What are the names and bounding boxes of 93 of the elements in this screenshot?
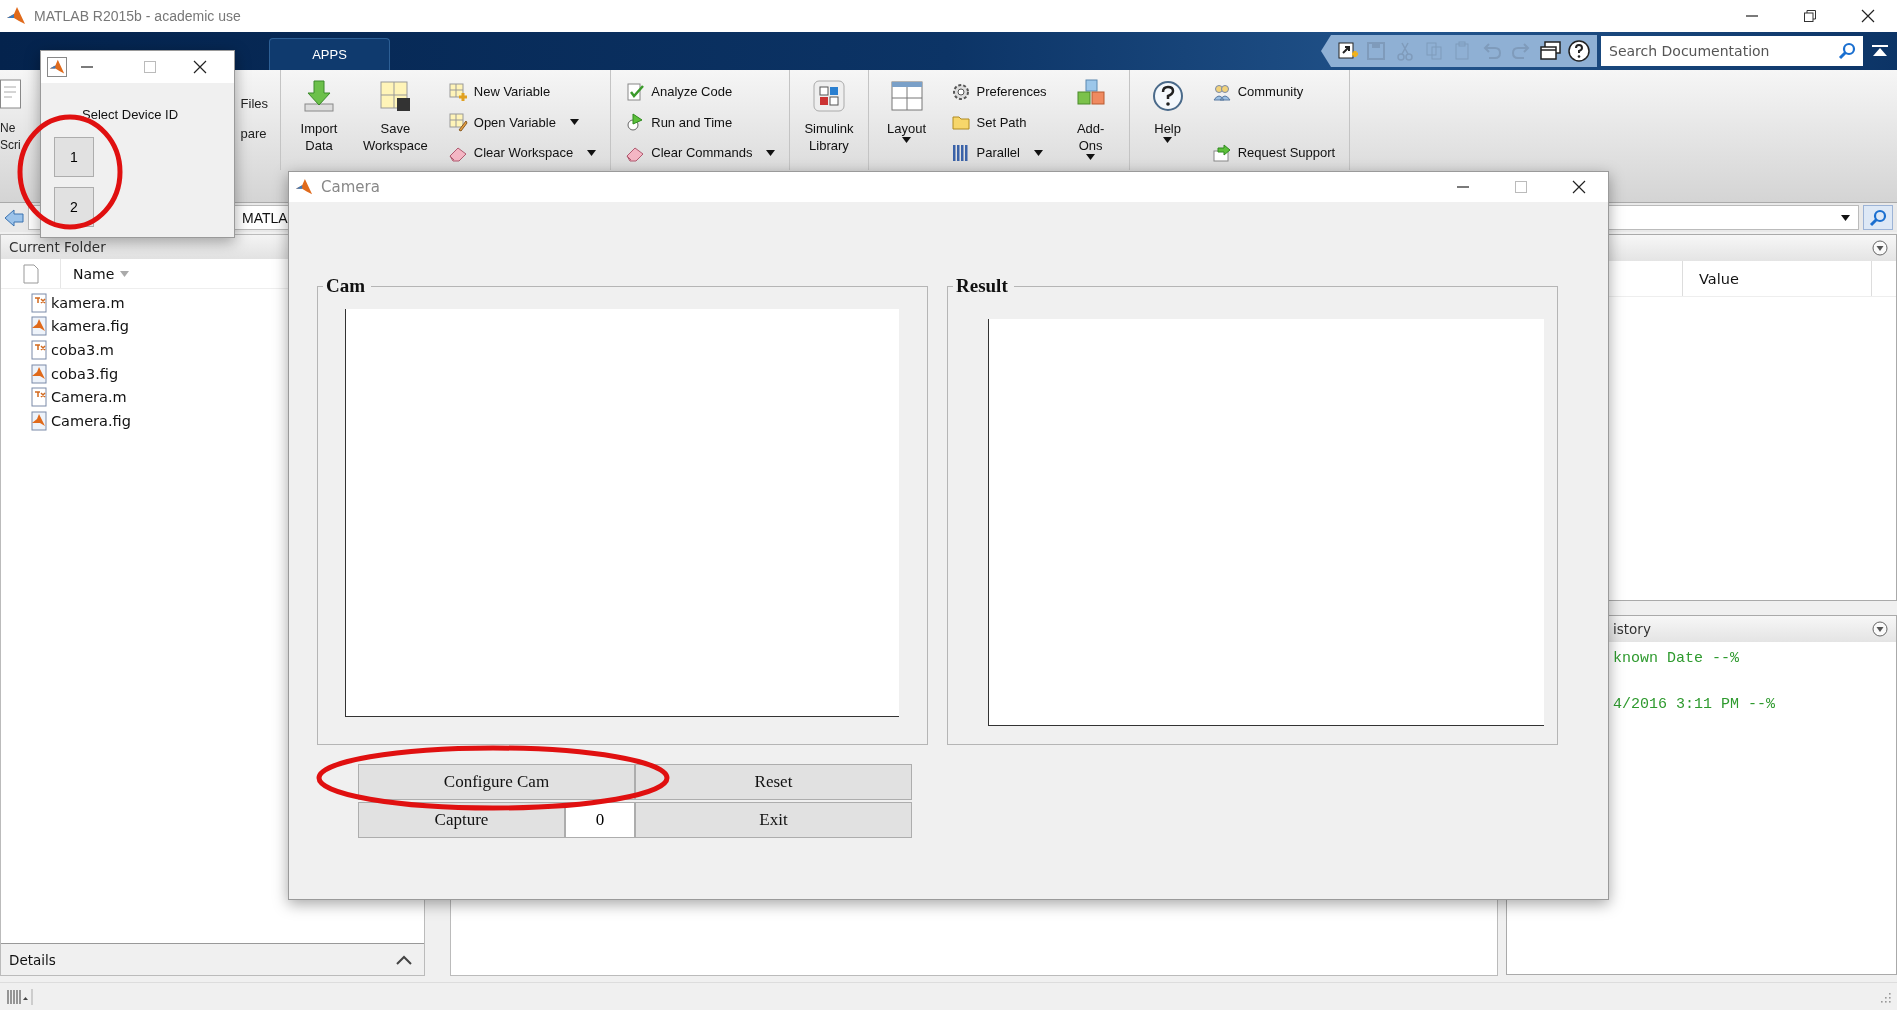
close-icon bbox=[1572, 180, 1586, 194]
ribbon-button[interactable]: Clear Commands bbox=[623, 139, 778, 166]
details-label: Details bbox=[9, 951, 57, 968]
close-icon bbox=[1861, 9, 1875, 23]
ribbon-button[interactable]: Simulink Library bbox=[802, 78, 856, 166]
expand-chevron-icon[interactable] bbox=[396, 954, 412, 965]
caret-icon bbox=[902, 137, 912, 143]
document-check-icon bbox=[625, 81, 646, 102]
ribbon-button[interactable]: Open Variable bbox=[445, 108, 599, 136]
envelope-arrow-icon bbox=[1211, 142, 1232, 163]
file-item[interactable]: Camera.m bbox=[29, 385, 127, 409]
device-button[interactable]: 2 bbox=[54, 187, 94, 227]
caret-icon bbox=[766, 149, 776, 156]
table-plus-icon bbox=[447, 81, 468, 102]
caret-icon bbox=[1086, 154, 1096, 160]
ribbon-button[interactable]: Help bbox=[1141, 78, 1194, 166]
close-icon bbox=[193, 60, 207, 74]
maximize-icon bbox=[1514, 180, 1528, 194]
figure-file-icon bbox=[29, 410, 47, 431]
ribbon-button[interactable]: New Variable bbox=[445, 78, 599, 105]
caret-icon bbox=[587, 149, 597, 156]
ribbon-button[interactable]: Save Workspace bbox=[361, 78, 430, 166]
dropdown-icon bbox=[1841, 214, 1850, 221]
ribbon-label: Scri bbox=[0, 137, 21, 154]
search-icon bbox=[1838, 42, 1856, 60]
gui-button[interactable]: Exit bbox=[635, 802, 912, 838]
panel-title: Result bbox=[955, 275, 1009, 297]
prompt-label: Select Device ID bbox=[82, 107, 180, 122]
collapse-icon bbox=[1872, 44, 1888, 58]
ribbon-button[interactable]: Run and Time bbox=[623, 108, 778, 136]
panel-menu-icon[interactable] bbox=[1872, 240, 1888, 256]
status-bars-icon[interactable] bbox=[6, 987, 34, 1006]
file-item[interactable]: coba3.fig bbox=[29, 361, 119, 386]
layout-grid-icon bbox=[888, 78, 925, 114]
device-button[interactable]: 1 bbox=[54, 137, 94, 177]
window-title: Camera bbox=[321, 178, 381, 196]
figure-file-icon bbox=[29, 363, 47, 384]
ribbon-button[interactable]: Clear Workspace bbox=[445, 139, 599, 166]
matlab-logo-icon bbox=[295, 178, 313, 196]
ribbon-button[interactable]: Analyze Code bbox=[623, 78, 778, 105]
history-entry: known Date --% bbox=[1613, 650, 1741, 667]
ribbon-button[interactable]: Community bbox=[1209, 78, 1338, 105]
back-arrow-icon[interactable] bbox=[4, 208, 24, 227]
search-field[interactable]: Search Documentation bbox=[1601, 36, 1863, 66]
panel-title: Cam bbox=[325, 275, 367, 297]
function-file-icon bbox=[29, 387, 47, 408]
gui-button[interactable]: Reset bbox=[635, 764, 912, 800]
search-icon bbox=[1869, 208, 1887, 227]
column-header[interactable]: Name bbox=[61, 259, 136, 288]
ribbon-label: Files bbox=[240, 95, 268, 113]
caret-icon bbox=[1033, 149, 1043, 156]
ribbon-button[interactable]: Preferences bbox=[948, 78, 1049, 105]
matlab-logo-icon bbox=[49, 59, 65, 75]
caret-icon bbox=[1163, 137, 1173, 143]
function-file-icon bbox=[29, 292, 47, 313]
column-header[interactable]: Value bbox=[1682, 261, 1872, 296]
help-icon[interactable] bbox=[1567, 39, 1591, 63]
ribbon-label: pare bbox=[240, 125, 268, 143]
block-grid-icon bbox=[810, 78, 847, 114]
function-file-icon bbox=[29, 340, 47, 360]
matlab-logo-icon bbox=[6, 6, 26, 26]
bars-icon bbox=[950, 142, 971, 163]
windows-icon[interactable] bbox=[1538, 39, 1562, 63]
gui-button[interactable]: Configure Cam bbox=[358, 764, 635, 800]
sort-caret-icon bbox=[120, 270, 130, 277]
ribbon-tab[interactable]: APPS bbox=[269, 38, 390, 70]
table-pencil-icon bbox=[447, 112, 468, 132]
ribbon-button[interactable]: Set Path bbox=[948, 108, 1049, 136]
restore-icon bbox=[1803, 9, 1817, 23]
file-item[interactable]: coba3.m bbox=[29, 338, 114, 362]
ribbon-button[interactable]: Add-Ons bbox=[1064, 78, 1117, 166]
search-button[interactable] bbox=[1863, 205, 1893, 230]
resize-grip-icon[interactable] bbox=[1879, 990, 1891, 1003]
file-item[interactable]: kamera.m bbox=[29, 291, 125, 315]
panel-title: Current Folder bbox=[9, 239, 107, 255]
ribbon-label: Ne bbox=[0, 120, 16, 137]
figure-file-icon bbox=[29, 316, 47, 337]
ribbon-button[interactable]: Import Data bbox=[293, 78, 345, 166]
maximize-icon bbox=[143, 60, 157, 74]
counter-field[interactable]: 0 bbox=[565, 802, 635, 838]
gear-icon bbox=[950, 81, 971, 102]
window-title: MATLAB R2015b - academic use bbox=[34, 8, 242, 24]
download-arrow-icon bbox=[301, 78, 337, 114]
file-item[interactable]: kamera.fig bbox=[29, 314, 129, 339]
ribbon-button[interactable]: Parallel bbox=[948, 139, 1049, 166]
caret-icon bbox=[569, 119, 579, 125]
file-item[interactable]: Camera.fig bbox=[29, 408, 131, 433]
history-entry: 4/2016 3:11 PM --% bbox=[1613, 696, 1777, 713]
panel-menu-icon[interactable] bbox=[1872, 621, 1888, 637]
panel-title: istory bbox=[1613, 621, 1652, 637]
blank-page-icon bbox=[22, 263, 39, 284]
ribbon-button[interactable]: Layout bbox=[880, 78, 933, 166]
ribbon-button[interactable]: Request Support bbox=[1209, 139, 1338, 166]
